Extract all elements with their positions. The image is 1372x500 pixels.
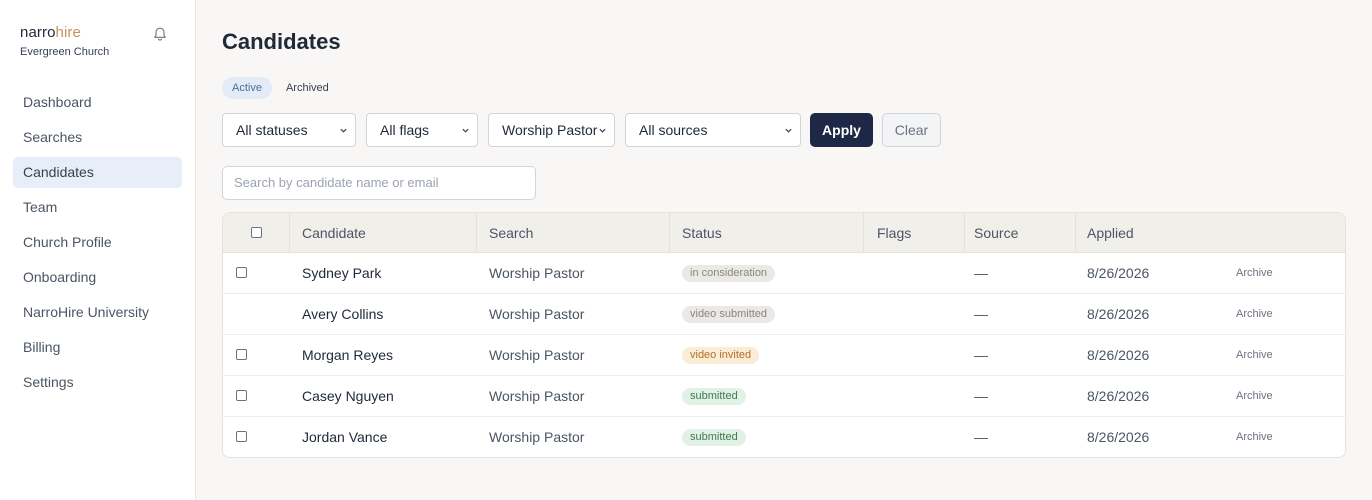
sidebar-item-searches[interactable]: Searches [13,122,182,153]
tab-bar: Active Archived [222,77,339,99]
applied-date: 8/26/2026 [1087,306,1150,322]
candidate-search: Worship Pastor [489,388,585,404]
sidebar-item-church-profile[interactable]: Church Profile [13,227,182,258]
candidate-search: Worship Pastor [489,429,585,445]
candidate-name[interactable]: Jordan Vance [302,417,387,457]
status-badge: in consideration [682,265,776,282]
header-search[interactable]: Search [489,213,533,253]
candidate-source: — [974,347,988,363]
logo-accent: hire [55,24,81,41]
page-title: Candidates [222,29,341,54]
tab-archived[interactable]: Archived [276,77,339,99]
table-row[interactable]: Avery Collins Worship Pastor video submitt… [223,294,1345,335]
chevron-down-icon [340,128,347,133]
status-badge: video submitted [682,306,776,323]
brand: narrohire Evergreen Church [20,24,109,58]
search-filter-select[interactable]: Worship Pastor [488,113,615,147]
candidate-source: — [974,429,988,445]
status-filter-value: All statuses [236,122,308,138]
source-filter-value: All sources [639,122,708,138]
applied-date: 8/26/2026 [1087,347,1150,363]
archive-button[interactable]: Archive [1236,253,1273,294]
archive-button[interactable]: Archive [1236,417,1273,457]
sidebar-item-settings[interactable]: Settings [13,367,182,398]
select-all-checkbox[interactable] [251,227,262,238]
column-divider [1075,213,1076,253]
apply-button[interactable]: Apply [810,113,873,147]
applied-date: 8/26/2026 [1087,265,1150,281]
row-checkbox[interactable] [236,390,247,401]
candidate-source: — [974,388,988,404]
sidebar-item-candidates[interactable]: Candidates [13,157,182,188]
chevron-down-icon [785,128,792,133]
candidate-name[interactable]: Casey Nguyen [302,376,394,417]
source-filter-select[interactable]: All sources [625,113,801,147]
chevron-down-icon [599,128,606,133]
sidebar-item-dashboard[interactable]: Dashboard [13,87,182,118]
header-candidate[interactable]: Candidate [302,213,366,253]
sidebar-nav: Dashboard Searches Candidates Team Church Pr… [13,87,182,402]
table-row[interactable]: Morgan Reyes Worship Pastor video invited —… [223,335,1345,376]
header-status[interactable]: Status [682,213,722,253]
sidebar: narrohire Evergreen Church Dashboard Sear… [0,0,196,500]
candidate-source: — [974,306,988,322]
clear-button[interactable]: Clear [882,113,941,147]
archive-button[interactable]: Archive [1236,376,1273,417]
column-divider [964,213,965,253]
status-badge: submitted [682,388,746,405]
sidebar-item-onboarding[interactable]: Onboarding [13,262,182,293]
candidate-source: — [974,265,988,281]
sidebar-item-team[interactable]: Team [13,192,182,223]
sidebar-item-narrohire-university[interactable]: NarroHire University [13,297,182,328]
chevron-down-icon [462,128,469,133]
table-row[interactable]: Jordan Vance Worship Pastor submitted — 8/26… [223,417,1345,457]
candidate-search: Worship Pastor [489,265,585,281]
table-row[interactable]: Sydney Park Worship Pastor in consideratio… [223,253,1345,294]
table-row[interactable]: Casey Nguyen Worship Pastor submitted — 8/26… [223,376,1345,417]
row-checkbox[interactable] [236,349,247,360]
candidate-name[interactable]: Avery Collins [302,294,383,335]
status-badge: submitted [682,429,746,446]
column-divider [289,213,290,253]
column-divider [476,213,477,253]
archive-button[interactable]: Archive [1236,335,1273,376]
candidate-search: Worship Pastor [489,306,585,322]
tab-active[interactable]: Active [222,77,272,99]
flags-filter-value: All flags [380,122,430,138]
logo[interactable]: narrohire [20,24,109,42]
table-header: Candidate Search Status Flags Source App… [223,213,1345,253]
flags-filter-select[interactable]: All flags [366,113,478,147]
status-filter-select[interactable]: All statuses [222,113,356,147]
applied-date: 8/26/2026 [1087,388,1150,404]
header-flags[interactable]: Flags [877,213,911,253]
search-filter-value: Worship Pastor [502,122,598,138]
column-divider [669,213,670,253]
logo-primary: narro [20,24,56,41]
applied-date: 8/26/2026 [1087,429,1150,445]
candidate-search: Worship Pastor [489,347,585,363]
bell-icon[interactable] [152,26,168,42]
row-checkbox[interactable] [236,431,247,442]
status-badge: video invited [682,347,760,364]
row-checkbox[interactable] [236,267,247,278]
candidates-table: Candidate Search Status Flags Source App… [222,212,1346,458]
org-name: Evergreen Church [20,46,110,58]
archive-button[interactable]: Archive [1236,294,1273,335]
header-source[interactable]: Source [974,213,1018,253]
candidate-name[interactable]: Sydney Park [302,253,381,294]
search-input[interactable]: Search by candidate name or email [222,166,536,200]
sidebar-item-billing[interactable]: Billing [13,332,182,363]
header-applied[interactable]: Applied [1087,213,1134,253]
column-divider [863,213,864,253]
candidate-name[interactable]: Morgan Reyes [302,335,393,376]
